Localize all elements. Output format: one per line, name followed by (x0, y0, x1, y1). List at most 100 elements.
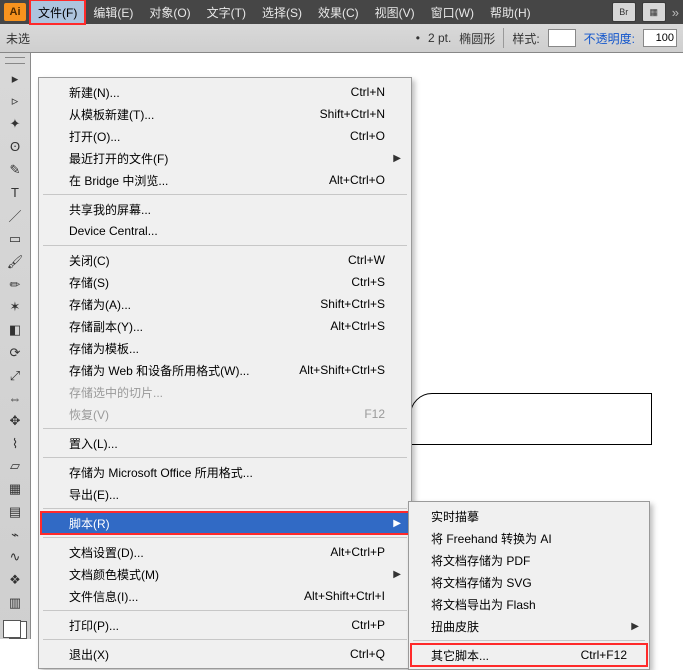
tool-rect[interactable]: ▭ (3, 229, 27, 249)
tool-sel[interactable]: ▸ (3, 69, 27, 89)
menu-item[interactable]: 将文档导出为 Flash (411, 593, 647, 615)
tool-perspective[interactable]: ▱ (3, 457, 27, 477)
script-submenu: 实时描摹将 Freehand 转换为 AI 将文档存储为 PDF 将文档存储为 SV… (408, 501, 650, 670)
menu-item[interactable]: 将文档存储为 PDF (411, 549, 647, 571)
menu-view[interactable]: 视图(V) (367, 0, 423, 24)
menu-item[interactable]: 关闭(C)Ctrl+W (41, 249, 409, 271)
menu-item-label: 其它脚本... (431, 647, 489, 664)
menu-select[interactable]: 选择(S) (254, 0, 310, 24)
submenu-arrow-icon: ▶ (631, 621, 639, 632)
opacity-label[interactable]: 不透明度: (584, 30, 635, 47)
menu-item[interactable]: 退出(X)Ctrl+Q (41, 643, 409, 665)
menu-item[interactable]: 脚本(R)▶ (41, 512, 409, 534)
menu-item[interactable]: 实时描摹 (411, 505, 647, 527)
menu-window[interactable]: 窗口(W) (423, 0, 482, 24)
menu-item[interactable]: 将 Freehand 转换为 AI (411, 527, 647, 549)
menu-item[interactable]: 新建(N)... Ctrl+N (41, 81, 409, 103)
tool-graph[interactable]: ▥ (3, 593, 27, 613)
menu-effect[interactable]: 效果(C) (310, 0, 367, 24)
tool-lasso[interactable]: ʘ (3, 137, 27, 157)
style-label: 样式: (512, 30, 539, 47)
tool-scale[interactable]: ⤢ (3, 366, 27, 386)
menu-help[interactable]: 帮助(H) (482, 0, 539, 24)
tool-mesh[interactable]: ▦ (3, 479, 27, 499)
stroke-value[interactable]: 2 pt. (428, 31, 451, 45)
menu-item[interactable]: 存储(S)Ctrl+S (41, 271, 409, 293)
menu-object[interactable]: 对象(O) (141, 0, 198, 24)
menu-separator (43, 639, 407, 640)
menu-item-shortcut: Ctrl+Q (350, 647, 385, 661)
menu-item[interactable]: 在 Bridge 中浏览...Alt+Ctrl+O (41, 169, 409, 191)
tool-direct[interactable]: ▹ (3, 92, 27, 112)
menu-item[interactable]: 导出(E)... (41, 483, 409, 505)
stroke-profile[interactable]: 椭圆形 (459, 30, 495, 47)
style-swatch[interactable] (548, 29, 576, 47)
menu-item-shortcut: Ctrl+O (350, 129, 385, 143)
tool-symbol[interactable]: ❖ (3, 570, 27, 590)
menu-file[interactable]: 文件(F) (30, 0, 85, 24)
menu-item-shortcut: Ctrl+W (348, 253, 385, 267)
tool-wand[interactable]: ✦ (3, 114, 27, 134)
bridge-button[interactable]: Br (612, 2, 636, 22)
menu-item-shortcut: Alt+Ctrl+S (330, 319, 385, 333)
menu-item[interactable]: Device Central... (41, 220, 409, 242)
tool-free[interactable]: ✥ (3, 411, 27, 431)
overflow-chevrons[interactable]: » (672, 5, 679, 20)
menu-item[interactable]: 最近打开的文件(F)▶ (41, 147, 409, 169)
tool-eyedrop[interactable]: ⌁ (3, 525, 27, 545)
menu-type[interactable]: 文字(T) (199, 0, 254, 24)
menu-item-label: 存储为 Microsoft Office 所用格式... (69, 464, 253, 481)
menu-separator (43, 508, 407, 509)
menu-item[interactable]: 扭曲皮肤▶ (411, 615, 647, 637)
tool-blob[interactable]: ✶ (3, 297, 27, 317)
menu-item[interactable]: 存储为 Microsoft Office 所用格式... (41, 461, 409, 483)
menu-item[interactable]: 存储为模板... (41, 337, 409, 359)
menu-item-label: 脚本(R) (69, 515, 110, 532)
menu-item[interactable]: 存储为(A)...Shift+Ctrl+S (41, 293, 409, 315)
menu-item[interactable]: 从模板新建(T)... Shift+Ctrl+N (41, 103, 409, 125)
menu-item-shortcut: Ctrl+P (351, 618, 385, 632)
menu-separator (413, 640, 645, 641)
toolbox-grip[interactable] (5, 57, 25, 64)
menu-item[interactable]: 其它脚本... Ctrl+F12 (411, 644, 647, 666)
menu-item-label: 从模板新建(T)... (69, 106, 154, 123)
tool-pencil[interactable]: ✏ (3, 275, 27, 295)
menu-item-label: 将文档存储为 PDF (431, 552, 530, 569)
menu-edit[interactable]: 编辑(E) (85, 0, 141, 24)
arrange-grid-button[interactable]: ▦ (642, 2, 666, 22)
menu-item-shortcut: Shift+Ctrl+N (320, 107, 385, 121)
menu-item-shortcut: Alt+Ctrl+P (330, 545, 385, 559)
menu-item-shortcut: Ctrl+F12 (581, 648, 627, 662)
menu-item-label: 新建(N)... (69, 84, 120, 101)
menu-item[interactable]: 存储为 Web 和设备所用格式(W)...Alt+Shift+Ctrl+S (41, 359, 409, 381)
tool-type[interactable]: T (3, 183, 27, 203)
fill-stroke-swatches[interactable] (3, 620, 27, 639)
tool-gradient[interactable]: ▤ (3, 502, 27, 522)
workspace: ▸ ▹✦ ʘ ✎ T／ ▭ 🖌 ✏✶ ◧ ⟳ ⤢⇔ ✥ ⌇ ▱▦ ▤ ⌁ ∿❖ ▥ 新建(N)... Ctrl+N 从… (0, 53, 683, 639)
menu-item-shortcut: Ctrl+N (351, 85, 385, 99)
menu-item[interactable]: 共享我的屏幕... (41, 198, 409, 220)
tool-shape[interactable]: ⌇ (3, 434, 27, 454)
tool-brush[interactable]: 🖌 (3, 252, 27, 272)
menu-item[interactable]: 打开(O)...Ctrl+O (41, 125, 409, 147)
menu-item: 恢复(V)F12 (41, 403, 409, 425)
menu-item-label: 存储选中的切片... (69, 384, 163, 401)
tool-blend[interactable]: ∿ (3, 548, 27, 568)
menu-item[interactable]: 置入(L)... (41, 432, 409, 454)
menu-item[interactable]: 文档颜色模式(M)▶ (41, 563, 409, 585)
header-right-controls: Br ▦ » (612, 2, 679, 22)
tool-rotate[interactable]: ⟳ (3, 343, 27, 363)
menu-item-label: 将 Freehand 转换为 AI (431, 530, 552, 547)
menu-item[interactable]: 文档设置(D)...Alt+Ctrl+P (41, 541, 409, 563)
opacity-input[interactable] (643, 29, 677, 47)
menu-item[interactable]: 文件信息(I)...Alt+Shift+Ctrl+I (41, 585, 409, 607)
tool-line[interactable]: ／ (3, 205, 27, 226)
menu-item-label: 打印(P)... (69, 617, 119, 634)
tool-width[interactable]: ⇔ (3, 388, 27, 408)
canvas-shape-rect (410, 393, 652, 445)
menu-item[interactable]: 将文档存储为 SVG (411, 571, 647, 593)
tool-pen[interactable]: ✎ (3, 160, 27, 180)
tool-eraser[interactable]: ◧ (3, 320, 27, 340)
menu-item[interactable]: 打印(P)... Ctrl+P (41, 614, 409, 636)
menu-item[interactable]: 存储副本(Y)...Alt+Ctrl+S (41, 315, 409, 337)
